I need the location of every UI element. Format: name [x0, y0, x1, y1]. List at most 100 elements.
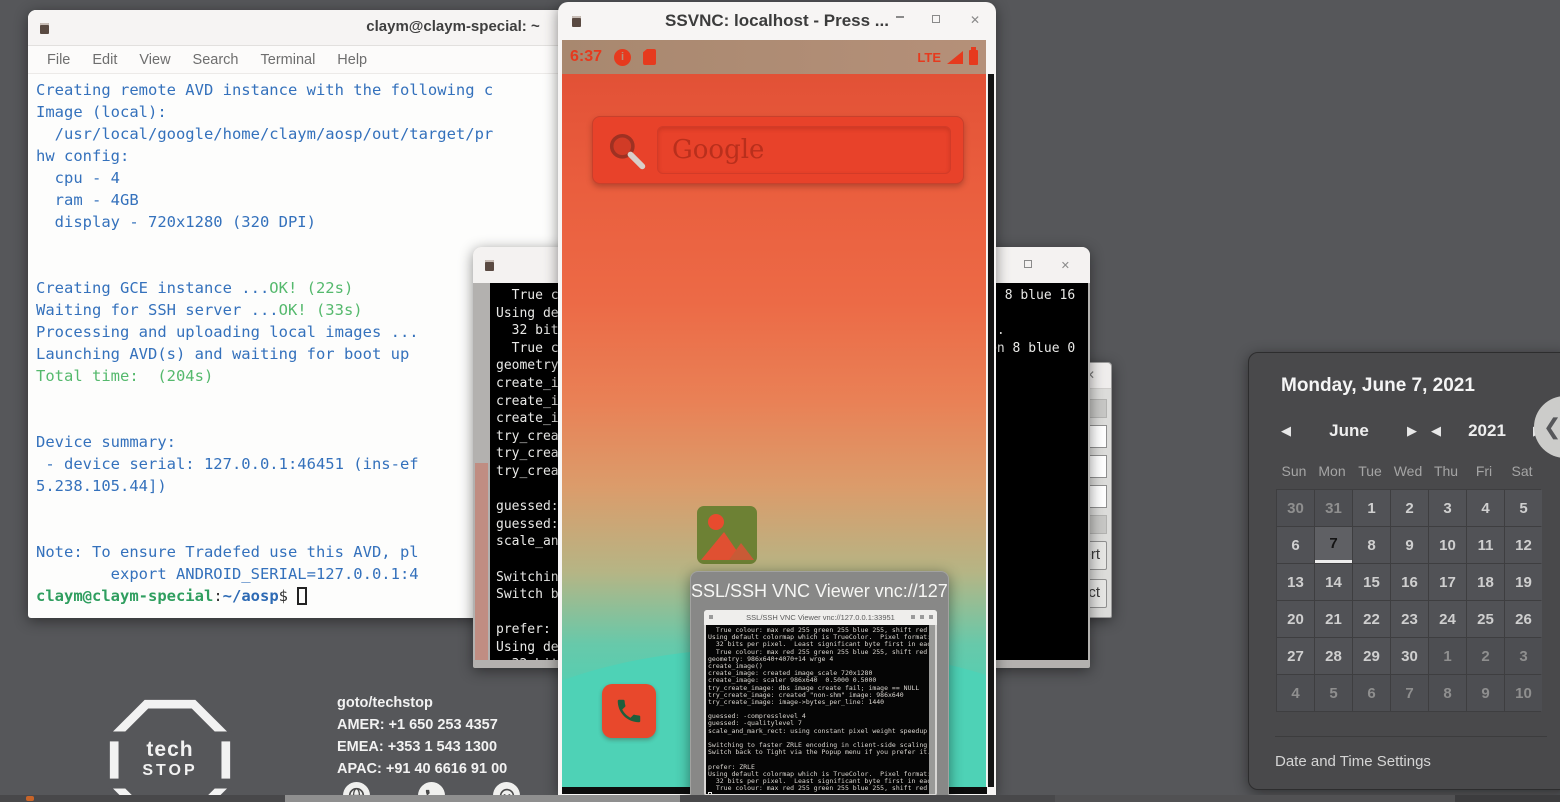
calendar-day-19[interactable]: 19 — [1505, 564, 1542, 600]
search-placeholder: Google — [672, 135, 764, 165]
calendar-day-24[interactable]: 24 — [1429, 601, 1466, 637]
calendar-day-4[interactable]: 4 — [1467, 490, 1504, 526]
terminal-line: try_create_image: image->bytes_per_line:… — [708, 699, 927, 706]
calendar-day-9[interactable]: 9 — [1391, 527, 1428, 563]
terminal-window-icon — [485, 260, 494, 271]
calendar-day-7[interactable]: 7 — [1391, 675, 1428, 711]
calendar-year: 2021 — [1455, 421, 1519, 441]
taskbar[interactable] — [0, 795, 1560, 802]
calendar-divider — [1275, 736, 1547, 737]
calendar-day-31[interactable]: 31 — [1315, 490, 1352, 526]
calendar-day-8[interactable]: 8 — [1353, 527, 1390, 563]
taskbar-segment[interactable] — [0, 795, 285, 802]
calendar-day-8[interactable]: 8 — [1429, 675, 1466, 711]
info-icon: i — [614, 49, 631, 66]
calendar-day-12[interactable]: 12 — [1505, 527, 1542, 563]
phone-app-icon[interactable] — [602, 684, 656, 738]
thumbnail-terminal-output: True colour: max red 255 green 255 blue … — [706, 625, 929, 794]
calendar-day-2[interactable]: 2 — [1467, 638, 1504, 674]
close-icon[interactable]: ✕ — [1061, 259, 1070, 272]
preview-thumbnail[interactable]: SSL/SSH VNC Viewer vnc://127.0.0.1:33951… — [704, 610, 937, 796]
text-cursor — [708, 792, 712, 794]
chevron-left-icon: ❮ — [1543, 414, 1560, 440]
menu-edit[interactable]: Edit — [81, 52, 128, 68]
day-header-sat: Sat — [1503, 463, 1541, 479]
calendar-day-20[interactable]: 20 — [1277, 601, 1314, 637]
day-header-fri: Fri — [1465, 463, 1503, 479]
calendar-day-14[interactable]: 14 — [1315, 564, 1352, 600]
calendar-day-16[interactable]: 16 — [1391, 564, 1428, 600]
calendar-day-9[interactable]: 9 — [1467, 675, 1504, 711]
maximize-icon[interactable] — [932, 15, 940, 23]
calendar-day-5[interactable]: 5 — [1505, 490, 1542, 526]
close-icon — [929, 615, 933, 619]
date-time-settings-link[interactable]: Date and Time Settings — [1275, 753, 1560, 770]
preview-label: SSL/SSH VNC Viewer vnc://127... — [691, 581, 948, 602]
prev-year-icon[interactable]: ◀ — [1431, 423, 1455, 439]
carrier-label: LTE — [917, 50, 941, 65]
taskbar-app-indicator[interactable] — [26, 796, 34, 801]
minimize-icon[interactable] — [896, 16, 904, 18]
calendar-day-5[interactable]: 5 — [1315, 675, 1352, 711]
scrollbar-thumb[interactable] — [475, 463, 488, 660]
calendar-day-1[interactable]: 1 — [1429, 638, 1466, 674]
calendar-day-3[interactable]: 3 — [1505, 638, 1542, 674]
calendar-day-10[interactable]: 10 — [1505, 675, 1542, 711]
search-input[interactable]: Google — [657, 126, 951, 174]
calendar-day-25[interactable]: 25 — [1467, 601, 1504, 637]
calendar-day-13[interactable]: 13 — [1277, 564, 1314, 600]
calendar-day-7-selected[interactable]: 7 — [1315, 527, 1352, 563]
calendar-day-6[interactable]: 6 — [1277, 527, 1314, 563]
calendar-day-26[interactable]: 26 — [1505, 601, 1542, 637]
google-search-widget[interactable]: Google — [592, 116, 964, 184]
calendar-day-30[interactable]: 30 — [1277, 490, 1314, 526]
calendar-day-3[interactable]: 3 — [1429, 490, 1466, 526]
sim-icon — [643, 49, 656, 65]
calendar-day-11[interactable]: 11 — [1467, 527, 1504, 563]
minimize-icon — [911, 615, 915, 619]
menu-search[interactable]: Search — [182, 52, 250, 68]
calendar-date-title: Monday, June 7, 2021 — [1281, 375, 1560, 397]
scrollbar-track[interactable] — [473, 283, 490, 660]
calendar-day-6[interactable]: 6 — [1353, 675, 1390, 711]
taskbar-segment[interactable] — [680, 795, 1055, 802]
terminal-line: scale_and_mark_rect: using constant pixe… — [708, 728, 927, 735]
next-month-icon[interactable]: ▶ — [1393, 423, 1417, 439]
calendar-day-29[interactable]: 29 — [1353, 638, 1390, 674]
menu-help[interactable]: Help — [326, 52, 378, 68]
calendar-day-30[interactable]: 30 — [1391, 638, 1428, 674]
calendar-day-21[interactable]: 21 — [1315, 601, 1352, 637]
calendar-day-28[interactable]: 28 — [1315, 638, 1352, 674]
calendar-day-15[interactable]: 15 — [1353, 564, 1390, 600]
calendar-day-27[interactable]: 27 — [1277, 638, 1314, 674]
ssvnc-title: SSVNC: localhost - Press ... — [558, 11, 996, 31]
calendar-day-18[interactable]: 18 — [1467, 564, 1504, 600]
ssvnc-titlebar[interactable]: SSVNC: localhost - Press ... ✕ — [558, 2, 996, 40]
close-icon[interactable]: ✕ — [970, 13, 980, 27]
maximize-icon[interactable] — [1024, 260, 1032, 268]
window-preview-tooltip[interactable]: SSL/SSH VNC Viewer vnc://127... SSL/SSH … — [690, 571, 949, 802]
calendar-day-10[interactable]: 10 — [1429, 527, 1466, 563]
thumbnail-window-icon — [709, 615, 713, 619]
menu-file[interactable]: File — [36, 52, 81, 68]
calendar-day-1[interactable]: 1 — [1353, 490, 1390, 526]
menu-view[interactable]: View — [128, 52, 181, 68]
calendar-day-2[interactable]: 2 — [1391, 490, 1428, 526]
thumbnail-titlebar: SSL/SSH VNC Viewer vnc://127.0.0.1:33951 — [704, 610, 937, 625]
terminal-line — [708, 792, 927, 794]
menu-terminal[interactable]: Terminal — [250, 52, 327, 68]
search-icon[interactable] — [607, 131, 647, 176]
calendar-day-4[interactable]: 4 — [1277, 675, 1314, 711]
day-header-tue: Tue — [1351, 463, 1389, 479]
calendar-day-23[interactable]: 23 — [1391, 601, 1428, 637]
vnc-scrollbar-vertical[interactable] — [987, 74, 994, 787]
taskbar-segment[interactable] — [1055, 795, 1455, 802]
day-header-thu: Thu — [1427, 463, 1465, 479]
calendar-day-17[interactable]: 17 — [1429, 564, 1466, 600]
calendar-day-22[interactable]: 22 — [1353, 601, 1390, 637]
terminal-line: True colour: max red 255 green 255 blue … — [708, 785, 927, 792]
gallery-icon[interactable] — [697, 506, 757, 569]
prev-month-icon[interactable]: ◀ — [1281, 423, 1305, 439]
calendar-popup[interactable]: Monday, June 7, 2021 ◀ June ▶ ◀ 2021 ▶ S… — [1248, 352, 1560, 790]
taskbar-segment[interactable] — [285, 795, 680, 802]
